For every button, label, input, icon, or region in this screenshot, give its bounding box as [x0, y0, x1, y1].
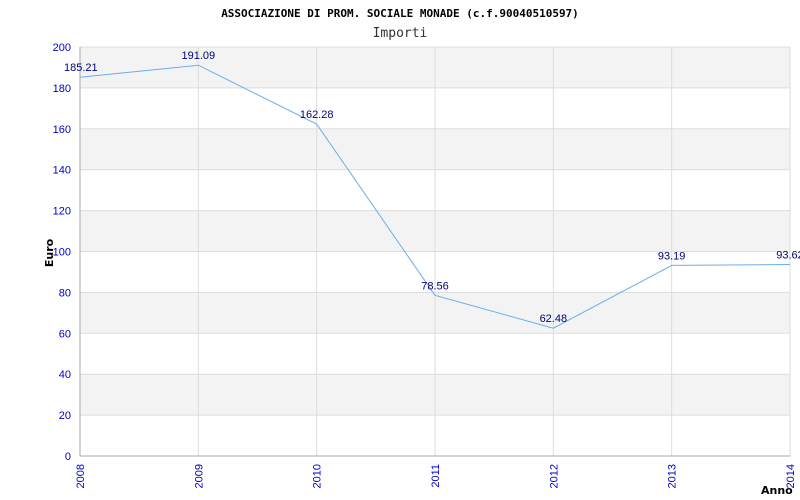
- x-tick-label: 2009: [193, 464, 205, 488]
- y-tick-label: 120: [53, 206, 71, 218]
- x-axis-label: Anno: [761, 484, 793, 497]
- x-tick-label: 2012: [548, 464, 560, 488]
- chart-subtitle: Importi: [373, 26, 428, 41]
- x-tick-label: 2010: [312, 464, 324, 488]
- x-tick-label: 2011: [430, 464, 442, 488]
- y-tick-label: 40: [59, 369, 71, 381]
- data-label: 191.09: [182, 50, 216, 62]
- data-label: 62.48: [540, 313, 568, 325]
- y-tick-label: 20: [59, 410, 71, 422]
- data-label: 162.28: [300, 109, 334, 121]
- data-label: 185.21: [64, 62, 98, 74]
- y-tick-label: 200: [53, 42, 71, 54]
- x-tick-label: 2008: [75, 464, 87, 488]
- y-tick-label: 0: [65, 451, 71, 463]
- data-label: 93.62: [776, 250, 800, 262]
- data-label: 78.56: [421, 280, 449, 292]
- y-tick-label: 80: [59, 287, 71, 299]
- y-tick-label: 160: [53, 124, 71, 136]
- x-tick-labels: 2008 2009 2010 2011 2012 2013 2014: [75, 464, 797, 488]
- chart-title: ASSOCIAZIONE DI PROM. SOCIALE MONADE (c.…: [221, 7, 579, 20]
- x-tick-label: 2013: [667, 464, 679, 488]
- y-tick-label: 140: [53, 165, 71, 177]
- y-tick-label: 180: [53, 83, 71, 95]
- y-axis-label: Euro: [43, 238, 56, 267]
- y-tick-label: 60: [59, 328, 71, 340]
- data-label: 93.19: [658, 250, 686, 262]
- chart: 020406080100120140160180200 2008 2009 2010…: [43, 7, 800, 497]
